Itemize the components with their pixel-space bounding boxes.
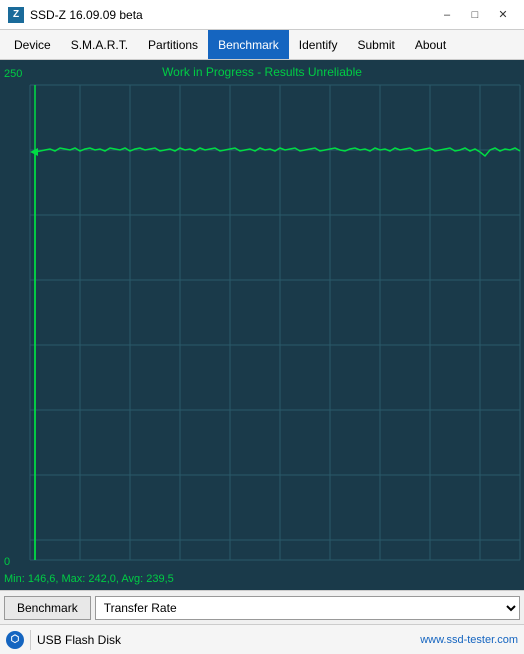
status-bar: ⬡ USB Flash Disk www.ssd-tester.com — [0, 624, 524, 654]
chart-stats: Min: 146,6, Max: 242,0, Avg: 239,5 — [4, 573, 174, 585]
menu-item-benchmark[interactable]: Benchmark — [208, 30, 289, 59]
chart-label-max: 250 — [4, 68, 22, 80]
app-icon: Z — [8, 7, 24, 23]
status-separator — [30, 630, 31, 650]
minimize-button[interactable]: – — [434, 5, 460, 25]
benchmark-button[interactable]: Benchmark — [4, 596, 91, 620]
menu-item-device[interactable]: Device — [4, 30, 61, 59]
menu-item-submit[interactable]: Submit — [347, 30, 404, 59]
chart-container: Work in Progress - Results Unreliable 25… — [0, 60, 524, 590]
chart-svg — [0, 60, 524, 590]
close-button[interactable]: ✕ — [490, 5, 516, 25]
menu-bar: Device S.M.A.R.T. Partitions Benchmark I… — [0, 30, 524, 60]
bottom-toolbar: Benchmark Transfer Rate Sequential Read … — [0, 590, 524, 624]
window-title: SSD-Z 16.09.09 beta — [30, 8, 143, 22]
menu-item-partitions[interactable]: Partitions — [138, 30, 208, 59]
title-bar: Z SSD-Z 16.09.09 beta – □ ✕ — [0, 0, 524, 30]
transfer-rate-dropdown[interactable]: Transfer Rate Sequential Read Sequential… — [95, 596, 520, 620]
title-bar-left: Z SSD-Z 16.09.09 beta — [8, 7, 143, 23]
menu-item-about[interactable]: About — [405, 30, 456, 59]
chart-label-min: 0 — [4, 556, 10, 568]
menu-item-identify[interactable]: Identify — [289, 30, 348, 59]
device-label: USB Flash Disk — [37, 633, 121, 647]
window-controls: – □ ✕ — [434, 5, 516, 25]
menu-item-smart[interactable]: S.M.A.R.T. — [61, 30, 138, 59]
maximize-button[interactable]: □ — [462, 5, 488, 25]
chart-warning: Work in Progress - Results Unreliable — [0, 65, 524, 79]
device-icon: ⬡ — [6, 631, 24, 649]
